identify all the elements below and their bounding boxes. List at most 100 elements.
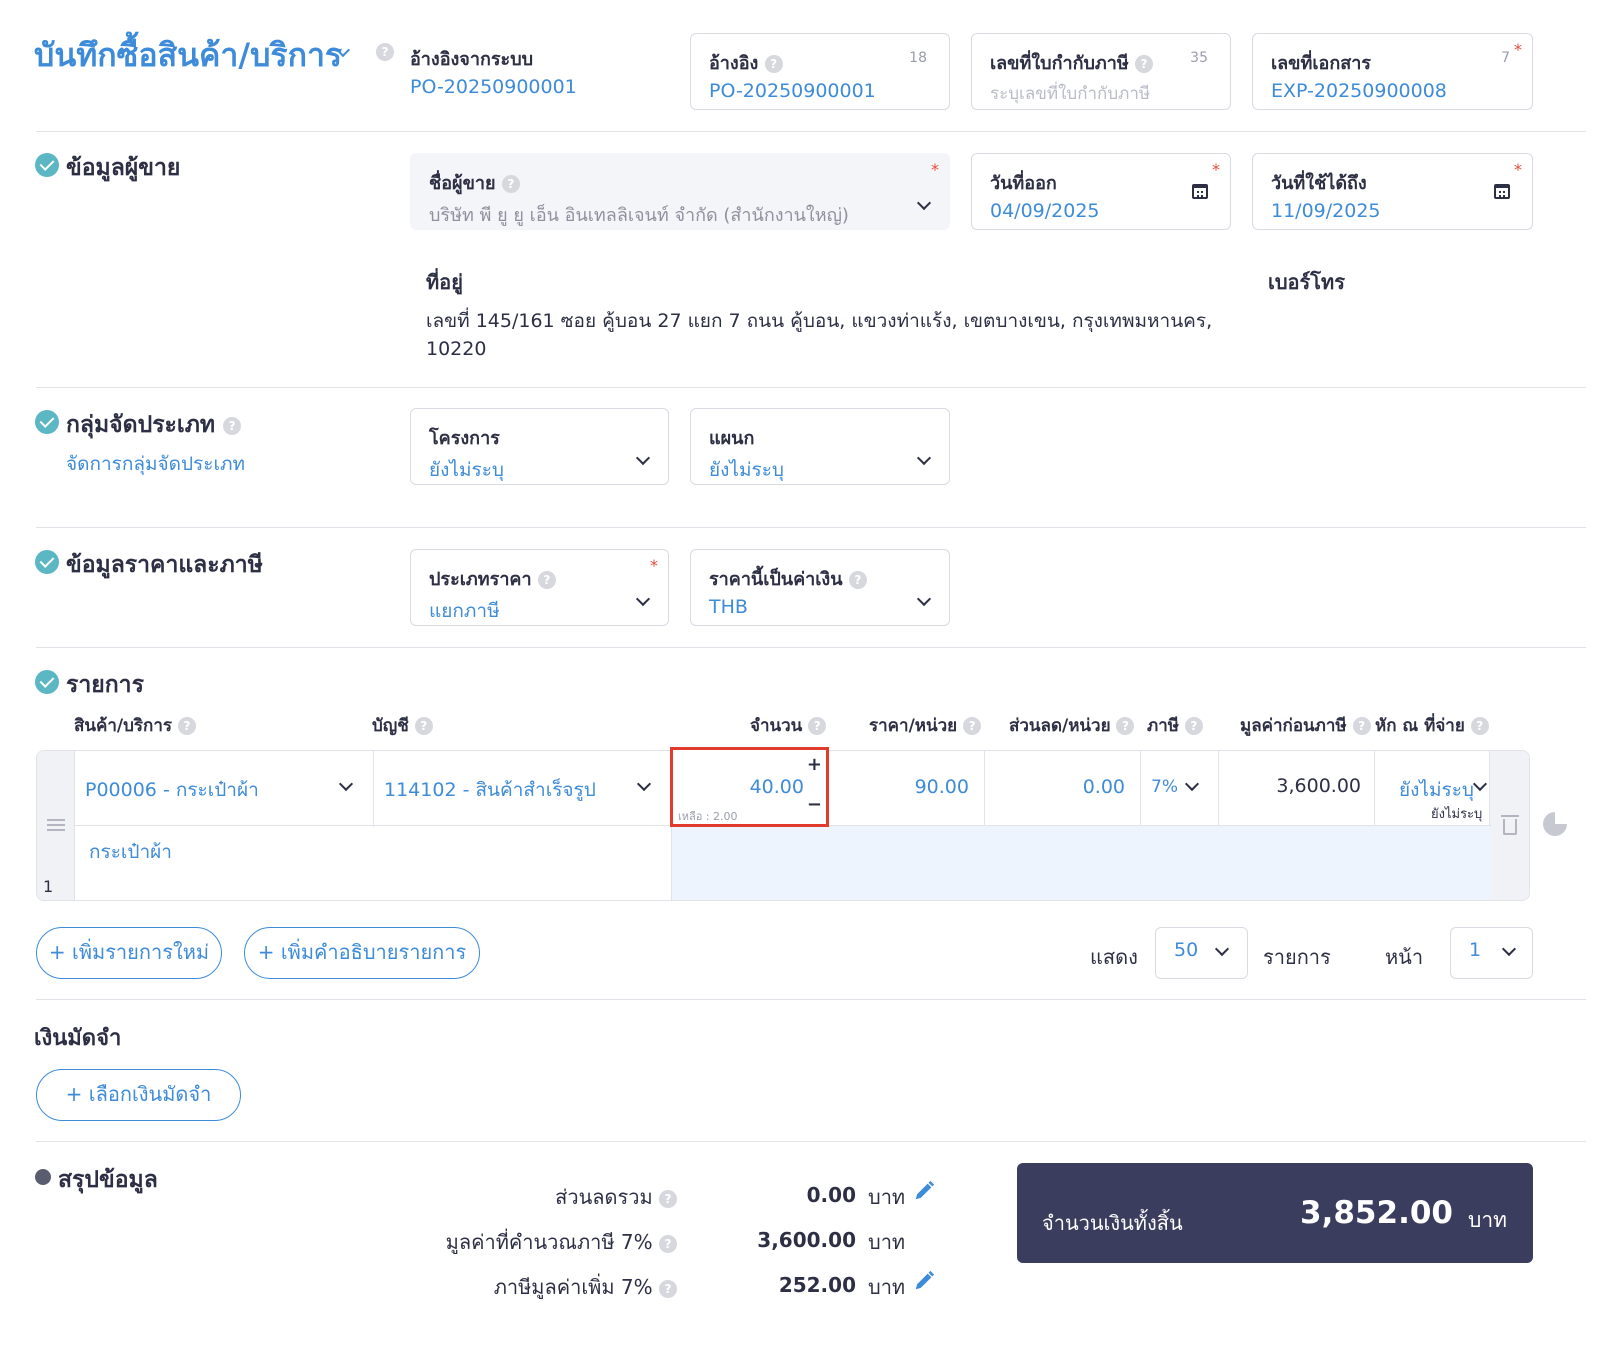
col-header-tax: ภาษี ? — [1147, 712, 1203, 739]
product-select[interactable]: P00006 - กระเป๋าผ้า — [85, 775, 259, 805]
required-icon: * — [931, 160, 939, 179]
currency-value: THB — [709, 596, 748, 618]
help-icon[interactable]: ? — [848, 571, 867, 589]
system-ref-value[interactable]: PO-20250900001 — [410, 76, 577, 98]
required-icon: * — [650, 556, 658, 575]
project-select[interactable]: โครงการ ยังไม่ระบุ — [410, 408, 669, 485]
price-type-select[interactable]: * ประเภทราคา ? แยกภาษี — [410, 549, 669, 626]
calendar-icon[interactable] — [1192, 184, 1208, 199]
tax-select[interactable]: 7% — [1151, 777, 1178, 797]
row-drag-handle[interactable]: 1 — [37, 751, 75, 900]
help-icon[interactable]: ? — [1135, 55, 1154, 73]
help-icon[interactable]: ? — [414, 717, 433, 735]
page-select[interactable]: 1 — [1450, 927, 1533, 979]
help-icon[interactable]: ? — [1352, 717, 1371, 735]
ref-label: อ้างอิง — [709, 53, 759, 74]
chevron-down-icon[interactable] — [1501, 941, 1517, 957]
chevron-down-icon[interactable] — [1214, 941, 1230, 957]
help-icon[interactable]: ? — [177, 717, 196, 735]
row-index: 1 — [43, 877, 54, 896]
pencil-icon[interactable] — [913, 1270, 935, 1292]
help-icon[interactable]: ? — [501, 175, 520, 193]
account-select[interactable]: 114102 - สินค้าสำเร็จรูป — [384, 775, 596, 805]
chevron-down-icon[interactable] — [1472, 776, 1488, 792]
chevron-down-icon[interactable] — [916, 450, 932, 466]
chevron-down-icon[interactable] — [635, 591, 651, 607]
chevron-down-icon[interactable] — [916, 195, 932, 211]
quantity-stepper[interactable]: 40.00 + − เหลือ : 2.00 — [670, 747, 829, 827]
help-icon[interactable]: ? — [659, 1189, 677, 1208]
taxable-amount-label: มูลค่าที่คำนวณภาษี 7% ? — [446, 1226, 677, 1258]
select-deposit-button[interactable]: + เลือกเงินมัดจำ — [36, 1069, 241, 1121]
add-description-button[interactable]: + เพิ่มคำอธิบายรายการ — [244, 927, 480, 979]
issue-date-input[interactable]: 04/09/2025 — [990, 200, 1100, 222]
doc-no-field[interactable]: * เลขที่เอกสาร 7 EXP-20250900008 — [1252, 33, 1533, 110]
doc-no-input[interactable]: EXP-20250900008 — [1271, 80, 1447, 102]
check-circle-icon — [35, 670, 59, 694]
trash-icon[interactable] — [1501, 815, 1519, 835]
project-value: ยังไม่ระบุ — [429, 459, 504, 481]
help-icon[interactable]: ? — [376, 43, 394, 61]
vendor-name-select[interactable]: * ชื่อผู้ขาย ? บริษัท พี ยู ยู เอ็น อินเ… — [410, 153, 950, 230]
currency-unit: บาท — [868, 1185, 906, 1209]
tax-invoice-field[interactable]: เลขที่ใบกำกับภาษี ? 35 ระบุเลขที่ใบกำกับ… — [971, 33, 1231, 110]
items-label: รายการ — [1263, 945, 1331, 969]
chevron-down-icon[interactable] — [636, 776, 652, 792]
ref-field[interactable]: อ้างอิง ? 18 PO-20250900001 — [690, 33, 950, 110]
chevron-down-icon[interactable] — [1184, 776, 1200, 792]
check-circle-icon — [35, 550, 59, 574]
chevron-down-icon[interactable] — [338, 776, 354, 792]
manage-classification-link[interactable]: จัดการกลุ่มจัดประเภท — [66, 449, 245, 479]
help-icon[interactable]: ? — [1116, 717, 1135, 735]
page-size-select[interactable]: 50 — [1155, 927, 1248, 979]
tax-invoice-char-count: 35 — [1190, 50, 1208, 66]
valid-until-input[interactable]: 11/09/2025 — [1271, 200, 1381, 222]
calendar-icon[interactable] — [1494, 184, 1510, 199]
address-line-2: 10220 — [426, 338, 487, 360]
grand-total-unit: บาท — [1468, 1208, 1507, 1232]
system-ref-label: อ้างอิงจากระบบ — [410, 49, 534, 70]
chevron-down-icon[interactable] — [916, 591, 932, 607]
item-description-input[interactable]: กระเป๋าผ้า — [89, 837, 172, 867]
add-item-button[interactable]: + เพิ่มรายการใหม่ — [36, 927, 222, 979]
unit-price-input[interactable]: 90.00 — [837, 776, 969, 798]
quantity-input[interactable]: 40.00 — [750, 776, 804, 798]
vat-label: ภาษีมูลค่าเพิ่ม 7% ? — [494, 1271, 677, 1303]
issue-date-field[interactable]: * วันที่ออก 04/09/2025 — [971, 153, 1231, 230]
page-title[interactable]: บันทึกซื้อสินค้า/บริการ — [34, 30, 342, 81]
drag-handle-icon[interactable] — [47, 819, 65, 831]
cell-divider — [1374, 751, 1375, 827]
col-header-account: บัญชี ? — [372, 712, 433, 739]
pencil-icon[interactable] — [913, 1180, 935, 1202]
plus-icon[interactable]: + — [807, 756, 822, 774]
help-icon[interactable]: ? — [764, 55, 783, 73]
doc-no-char-count: 7 — [1501, 50, 1510, 66]
currency-label: ราคานี้เป็นค่าเงิน — [709, 569, 843, 590]
help-icon[interactable]: ? — [537, 571, 556, 589]
bullet-icon — [35, 1169, 51, 1185]
ref-input[interactable]: PO-20250900001 — [709, 80, 876, 102]
valid-until-field[interactable]: * วันที่ใช้ได้ถึง 11/09/2025 — [1252, 153, 1533, 230]
chevron-down-icon[interactable] — [635, 450, 651, 466]
pie-chart-icon[interactable] — [1543, 812, 1567, 836]
help-icon[interactable]: ? — [1184, 717, 1203, 735]
withholding-select[interactable]: ยังไม่ระบุ — [1399, 775, 1474, 805]
col-header-withholding: หัก ณ ที่จ่าย ? — [1375, 712, 1489, 739]
help-icon[interactable]: ? — [223, 416, 242, 435]
cell-divider — [1218, 751, 1219, 827]
help-icon[interactable]: ? — [659, 1234, 677, 1253]
tax-invoice-input[interactable]: ระบุเลขที่ใบกำกับภาษี — [990, 80, 1150, 107]
help-icon[interactable]: ? — [963, 717, 982, 735]
required-icon: * — [1514, 40, 1522, 59]
minus-icon[interactable]: − — [807, 796, 822, 814]
department-select[interactable]: แผนก ยังไม่ระบุ — [690, 408, 950, 485]
discount-input[interactable]: 0.00 — [997, 776, 1125, 798]
total-discount-label: ส่วนลดรวม ? — [555, 1181, 677, 1213]
grand-total-box: จำนวนเงินทั้งสิ้น 3,852.00 บาท — [1017, 1163, 1533, 1263]
help-icon[interactable]: ? — [808, 717, 827, 735]
page-title-text: บันทึกซื้อสินค้า/บริการ — [34, 36, 343, 74]
help-icon[interactable]: ? — [659, 1279, 677, 1298]
currency-select[interactable]: ราคานี้เป็นค่าเงิน ? THB — [690, 549, 950, 626]
help-icon[interactable]: ? — [1470, 717, 1489, 735]
col-header-product: สินค้า/บริการ ? — [74, 712, 196, 739]
